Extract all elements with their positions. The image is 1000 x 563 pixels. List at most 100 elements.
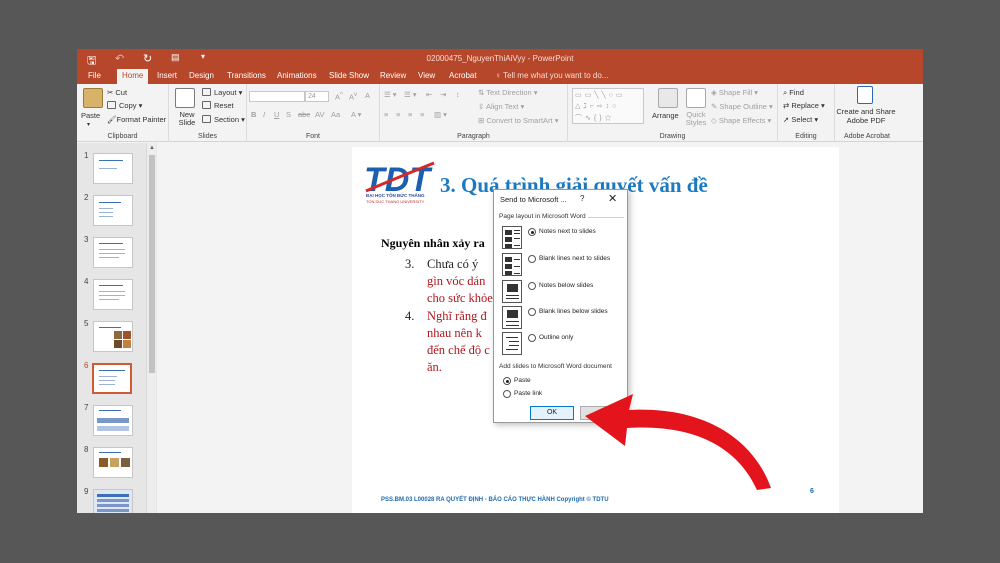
create-pdf-icon[interactable] xyxy=(857,86,873,104)
notes-below-radio[interactable] xyxy=(528,282,536,290)
shadow-button[interactable]: S xyxy=(286,110,291,119)
tab-animations[interactable]: Animations xyxy=(277,71,317,80)
find-button[interactable]: ⌕ Find xyxy=(783,88,804,98)
paste-icon[interactable] xyxy=(83,88,103,108)
font-size-input[interactable]: 24 xyxy=(305,91,329,102)
shape-effects-button[interactable]: ◇ Shape Effects ▾ xyxy=(711,116,771,125)
slide-thumbnail-2[interactable] xyxy=(93,195,133,226)
quick-styles-icon[interactable] xyxy=(686,88,706,108)
increase-font-icon[interactable]: A^ xyxy=(335,91,343,102)
shape-fill-button[interactable]: ◈ Shape Fill ▾ xyxy=(711,88,758,97)
bullets-icon[interactable]: ☰ ▾ xyxy=(384,90,397,99)
slide-thumbnail-5[interactable] xyxy=(93,321,133,352)
slide-thumbnail-8[interactable] xyxy=(93,447,133,478)
strikethrough-button[interactable]: abc xyxy=(298,110,310,119)
new-slide-button[interactable]: New Slide xyxy=(174,111,200,127)
help-button[interactable]: ? xyxy=(580,194,584,203)
shape-outline-button[interactable]: ✎ Shape Outline ▾ xyxy=(711,102,773,111)
thumbnails-scrollbar[interactable]: ▲ xyxy=(146,143,156,513)
tell-me-search[interactable]: ♀ Tell me what you want to do... xyxy=(495,71,608,80)
tab-insert[interactable]: Insert xyxy=(157,71,177,80)
notes-next-label[interactable]: Notes next to slides xyxy=(539,228,596,235)
outline-only-radio[interactable] xyxy=(528,334,536,342)
quick-styles-button[interactable]: Quick Styles xyxy=(681,111,711,127)
cause-heading[interactable]: Nguyên nhân xảy ra xyxy=(381,236,485,251)
arrange-button[interactable]: Arrange xyxy=(652,111,679,120)
item-text-line[interactable]: Nghĩ rằng đ xyxy=(427,309,487,324)
select-button[interactable]: ➚ Select ▾ xyxy=(783,115,818,124)
font-color-button[interactable]: A ▾ xyxy=(351,110,361,119)
font-name-input[interactable] xyxy=(249,91,305,102)
paste-radio[interactable] xyxy=(503,377,511,385)
cut-button[interactable]: ✂ Cut xyxy=(107,88,127,97)
tab-design[interactable]: Design xyxy=(189,71,214,80)
shapes-gallery[interactable]: ▭▭╲╲○▭ △ℷ⌐⇨↕○ ⌒∿{}☆ xyxy=(572,88,644,124)
tab-view[interactable]: View xyxy=(418,71,435,80)
scroll-up-icon[interactable]: ▲ xyxy=(147,143,157,153)
scrollbar-handle[interactable] xyxy=(149,155,155,373)
layout-label: Layout xyxy=(214,88,237,97)
align-text-button[interactable]: ⇳ Align Text ▾ xyxy=(478,102,524,111)
create-share-pdf-button[interactable]: Create and Share Adobe PDF xyxy=(835,107,897,125)
tab-transitions[interactable]: Transitions xyxy=(227,71,266,80)
numbering-icon[interactable]: ☰ ▾ xyxy=(404,90,417,99)
convert-smartart-button[interactable]: ⊞ Convert to SmartArt ▾ xyxy=(478,116,559,125)
paste-label[interactable]: Paste xyxy=(514,377,531,384)
align-right-icon[interactable]: ≡ xyxy=(408,110,412,119)
tab-review[interactable]: Review xyxy=(380,71,406,80)
slide-thumbnail-1[interactable] xyxy=(93,153,133,184)
bold-button[interactable]: B xyxy=(251,110,256,119)
clear-format-icon[interactable]: A xyxy=(365,91,370,100)
slide-thumbnail-3[interactable] xyxy=(93,237,133,268)
slide-thumbnail-6[interactable] xyxy=(92,363,132,394)
notes-below-label[interactable]: Notes below slides xyxy=(539,282,593,289)
copy-button[interactable]: Copy ▾ xyxy=(107,101,142,110)
tab-home[interactable]: Home xyxy=(117,69,149,84)
section-button[interactable]: Section ▾ xyxy=(202,115,245,124)
align-left-icon[interactable]: ≡ xyxy=(384,110,388,119)
paste-dropdown-icon[interactable]: ▾ xyxy=(87,121,90,128)
italic-button[interactable]: I xyxy=(263,110,265,119)
item-text-line[interactable]: đến chế độ c xyxy=(427,343,490,358)
outline-only-label[interactable]: Outline only xyxy=(539,334,573,341)
underline-button[interactable]: U xyxy=(274,110,279,119)
slide-thumbnail-7[interactable] xyxy=(93,405,133,436)
slide-thumbnail-9[interactable] xyxy=(93,489,133,513)
blank-lines-below-label[interactable]: Blank lines below slides xyxy=(539,308,608,315)
columns-icon[interactable]: ▥ ▾ xyxy=(434,110,447,119)
close-button[interactable]: ✕ xyxy=(608,192,617,205)
paste-link-label[interactable]: Paste link xyxy=(514,390,542,397)
notes-next-radio[interactable] xyxy=(528,228,536,236)
new-slide-icon[interactable] xyxy=(175,88,195,108)
char-spacing-button[interactable]: AV xyxy=(315,110,324,119)
tab-acrobat[interactable]: Acrobat xyxy=(449,71,477,80)
decrease-font-icon[interactable]: Av xyxy=(349,91,357,102)
ok-button[interactable]: OK xyxy=(530,406,574,420)
format-painter-button[interactable]: 🖌Format Painter xyxy=(107,115,166,124)
align-center-icon[interactable]: ≡ xyxy=(396,110,400,119)
arrange-icon[interactable] xyxy=(658,88,678,108)
paste-link-radio[interactable] xyxy=(503,390,511,398)
tab-slide-show[interactable]: Slide Show xyxy=(329,71,369,80)
change-case-button[interactable]: Aa xyxy=(331,110,340,119)
item-text-line[interactable]: gìn vóc dán xyxy=(427,274,485,289)
increase-indent-icon[interactable]: ⇥ xyxy=(440,90,446,99)
blank-lines-next-label[interactable]: Blank lines next to slides xyxy=(539,255,610,262)
blank-lines-next-radio[interactable] xyxy=(528,255,536,263)
slide-thumbnail-4[interactable] xyxy=(93,279,133,310)
justify-icon[interactable]: ≡ xyxy=(420,110,424,119)
tab-file[interactable]: File xyxy=(88,71,101,80)
line-spacing-icon[interactable]: ↕ xyxy=(456,90,460,99)
item-text-line[interactable]: Chưa có ý xyxy=(427,257,478,272)
item-text-line[interactable]: ăn. xyxy=(427,360,442,375)
item-text-line[interactable]: cho sức khỏe xyxy=(427,291,493,306)
thumb-title-line xyxy=(99,452,121,453)
replace-button[interactable]: ⇄ Replace ▾ xyxy=(783,101,825,110)
decrease-indent-icon[interactable]: ⇤ xyxy=(426,90,432,99)
reset-button[interactable]: Reset xyxy=(202,101,234,110)
paste-button[interactable]: Paste xyxy=(81,111,100,120)
blank-lines-below-radio[interactable] xyxy=(528,308,536,316)
layout-button[interactable]: Layout ▾ xyxy=(202,88,242,97)
item-text-line[interactable]: nhau nên k xyxy=(427,326,482,341)
text-direction-button[interactable]: ⇅ Text Direction ▾ xyxy=(478,88,538,97)
